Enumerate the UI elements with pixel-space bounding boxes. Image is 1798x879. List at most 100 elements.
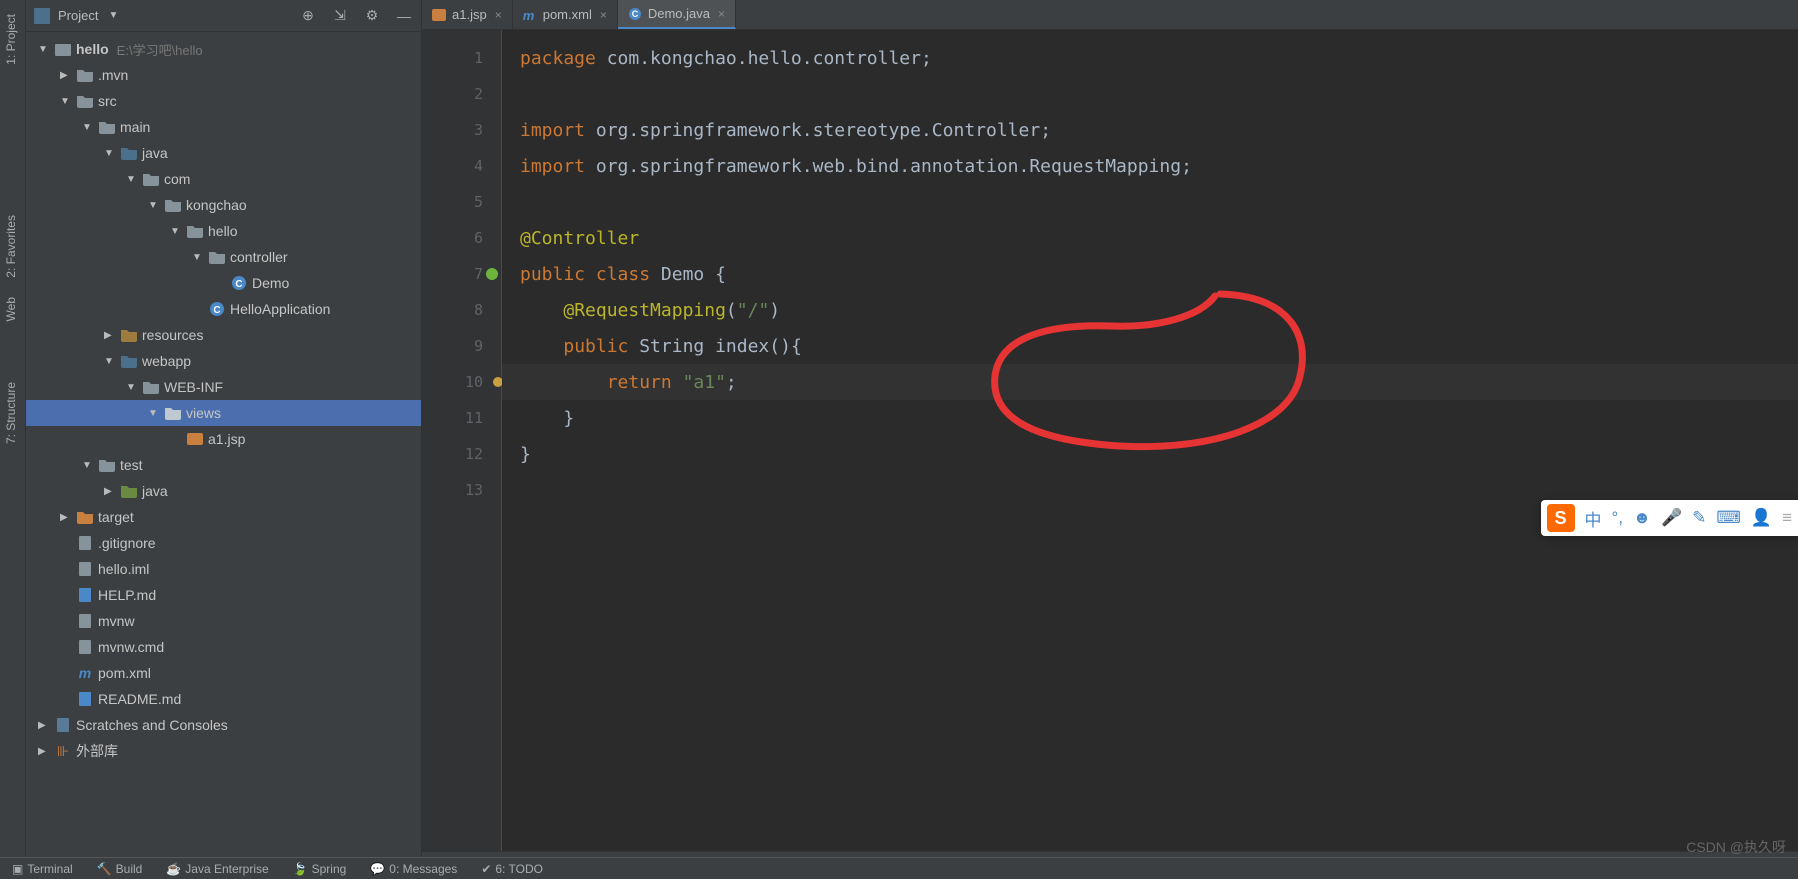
ime-toolbar[interactable]: S 中 °, ☻ 🎤 ✎ ⌨ 👤 ≡ bbox=[1541, 500, 1798, 536]
file-icon bbox=[76, 535, 94, 551]
tree-node-mvnwcmd[interactable]: mvnw.cmd bbox=[26, 634, 421, 660]
expand-icon[interactable]: ⇲ bbox=[331, 7, 349, 25]
code-line-8[interactable]: @RequestMapping("/") bbox=[502, 292, 1798, 328]
gutter-line-8[interactable]: 8 bbox=[422, 292, 501, 328]
ime-user-icon[interactable]: 👤 bbox=[1751, 508, 1772, 528]
tree-node-test[interactable]: ▼test bbox=[26, 452, 421, 478]
ime-emoji-icon[interactable]: ☻ bbox=[1633, 508, 1651, 528]
tree-node-mvnw[interactable]: mvnw bbox=[26, 608, 421, 634]
gutter-line-13[interactable]: 13 bbox=[422, 472, 501, 508]
tree-node-src[interactable]: ▼src bbox=[26, 88, 421, 114]
project-tree[interactable]: ▼ hello E:\学习吧\hello ▶.mvn ▼src ▼main ▼j… bbox=[26, 32, 421, 879]
tree-node-mvn[interactable]: ▶.mvn bbox=[26, 62, 421, 88]
gutter-line-1[interactable]: 1 bbox=[422, 40, 501, 76]
ime-lang[interactable]: 中 bbox=[1585, 506, 1602, 531]
tree-node-scratches[interactable]: ▶Scratches and Consoles bbox=[26, 712, 421, 738]
class-icon: C bbox=[208, 301, 226, 317]
ime-voice-icon[interactable]: 🎤 bbox=[1661, 508, 1682, 528]
code-line-12[interactable]: } bbox=[502, 436, 1798, 472]
code-line-7[interactable]: public class Demo { bbox=[502, 256, 1798, 292]
tree-node-resources[interactable]: ▶resources bbox=[26, 322, 421, 348]
tree-node-demo[interactable]: CDemo bbox=[26, 270, 421, 296]
tree-node-target[interactable]: ▶target bbox=[26, 504, 421, 530]
file-icon bbox=[76, 561, 94, 577]
tree-node-controller[interactable]: ▼controller bbox=[26, 244, 421, 270]
code-area[interactable]: package com.kongchao.hello.controller; im… bbox=[502, 30, 1798, 851]
bottom-javaee[interactable]: ☕ Java Enterprise bbox=[154, 862, 280, 876]
md-icon bbox=[76, 691, 94, 707]
gutter-line-5[interactable]: 5 bbox=[422, 184, 501, 220]
code-line-3[interactable]: import org.springframework.stereotype.Co… bbox=[502, 112, 1798, 148]
ime-logo[interactable]: S bbox=[1547, 504, 1575, 532]
close-icon[interactable]: × bbox=[495, 8, 502, 22]
editor-body[interactable]: 12345678910111213 package com.kongchao.h… bbox=[422, 30, 1798, 851]
tree-node-helloapp[interactable]: CHelloApplication bbox=[26, 296, 421, 322]
tree-node-main[interactable]: ▼main bbox=[26, 114, 421, 140]
tab-label: a1.jsp bbox=[452, 7, 487, 22]
code-line-11[interactable]: } bbox=[502, 400, 1798, 436]
tree-node-java[interactable]: ▼java bbox=[26, 140, 421, 166]
side-tab-web[interactable]: Web bbox=[0, 287, 25, 331]
md-icon bbox=[76, 587, 94, 603]
gutter-line-6[interactable]: 6 bbox=[422, 220, 501, 256]
svg-text:C: C bbox=[632, 9, 639, 19]
gutter-line-7[interactable]: 7 bbox=[422, 256, 501, 292]
bottom-messages[interactable]: 💬 0: Messages bbox=[358, 862, 469, 876]
target-icon[interactable]: ⊕ bbox=[299, 7, 317, 25]
project-icon bbox=[34, 8, 50, 24]
ime-skin-icon[interactable]: ✎ bbox=[1692, 508, 1706, 528]
side-tab-structure[interactable]: 7: Structure bbox=[0, 372, 25, 454]
tree-node-views[interactable]: ▼views bbox=[26, 400, 421, 426]
ime-keyboard-icon[interactable]: ⌨ bbox=[1716, 508, 1741, 528]
gutter-line-4[interactable]: 4 bbox=[422, 148, 501, 184]
tree-node-gitignore[interactable]: .gitignore bbox=[26, 530, 421, 556]
code-line-4[interactable]: import org.springframework.web.bind.anno… bbox=[502, 148, 1798, 184]
tree-node-com[interactable]: ▼com bbox=[26, 166, 421, 192]
code-line-10[interactable]: return "a1"; bbox=[502, 364, 1798, 400]
tab-demo[interactable]: C Demo.java × bbox=[618, 0, 736, 29]
close-icon[interactable]: × bbox=[718, 7, 725, 21]
code-line-1[interactable]: package com.kongchao.hello.controller; bbox=[502, 40, 1798, 76]
ime-punct-icon[interactable]: °, bbox=[1612, 508, 1624, 528]
side-tab-project[interactable]: 1: Project bbox=[0, 4, 25, 75]
tree-node-iml[interactable]: hello.iml bbox=[26, 556, 421, 582]
chevron-down-icon[interactable]: ▼ bbox=[108, 10, 118, 21]
tree-root[interactable]: ▼ hello E:\学习吧\hello bbox=[26, 36, 421, 62]
code-line-9[interactable]: public String index(){ bbox=[502, 328, 1798, 364]
code-line-6[interactable]: @Controller bbox=[502, 220, 1798, 256]
gutter-line-12[interactable]: 12 bbox=[422, 436, 501, 472]
bottom-build[interactable]: 🔨 Build bbox=[85, 862, 155, 876]
tab-label: Demo.java bbox=[648, 6, 710, 21]
tree-node-help[interactable]: HELP.md bbox=[26, 582, 421, 608]
jsp-icon bbox=[186, 431, 204, 447]
gutter-line-3[interactable]: 3 bbox=[422, 112, 501, 148]
tree-node-hello[interactable]: ▼hello bbox=[26, 218, 421, 244]
bottom-spring[interactable]: 🍃 Spring bbox=[281, 862, 359, 876]
tree-node-readme[interactable]: README.md bbox=[26, 686, 421, 712]
tree-node-test-java[interactable]: ▶java bbox=[26, 478, 421, 504]
tab-a1jsp[interactable]: a1.jsp × bbox=[422, 0, 513, 29]
library-icon: ⊪ bbox=[54, 743, 72, 759]
code-line-5[interactable] bbox=[502, 184, 1798, 220]
tree-node-a1jsp[interactable]: a1.jsp bbox=[26, 426, 421, 452]
gutter-line-10[interactable]: 10 bbox=[422, 364, 501, 400]
close-icon[interactable]: × bbox=[600, 8, 607, 22]
chevron-down-icon: ▼ bbox=[38, 44, 50, 55]
editor-gutter: 12345678910111213 bbox=[422, 30, 502, 851]
tree-node-external[interactable]: ▶⊪外部库 bbox=[26, 738, 421, 764]
side-tab-favorites[interactable]: 2: Favorites bbox=[0, 205, 25, 288]
bottom-todo[interactable]: ✔ 6: TODO bbox=[469, 862, 555, 876]
tree-node-webapp[interactable]: ▼webapp bbox=[26, 348, 421, 374]
gear-icon[interactable]: ⚙ bbox=[363, 7, 381, 25]
bottom-terminal[interactable]: ▣ Terminal bbox=[0, 862, 85, 876]
tree-node-webinf[interactable]: ▼WEB-INF bbox=[26, 374, 421, 400]
tree-node-kongchao[interactable]: ▼kongchao bbox=[26, 192, 421, 218]
tree-node-pom[interactable]: mpom.xml bbox=[26, 660, 421, 686]
code-line-2[interactable] bbox=[502, 76, 1798, 112]
gutter-line-2[interactable]: 2 bbox=[422, 76, 501, 112]
gutter-line-11[interactable]: 11 bbox=[422, 400, 501, 436]
gutter-line-9[interactable]: 9 bbox=[422, 328, 501, 364]
ime-menu-icon[interactable]: ≡ bbox=[1782, 508, 1792, 528]
hide-icon[interactable]: — bbox=[395, 7, 413, 25]
tab-pom[interactable]: m pom.xml × bbox=[513, 0, 618, 29]
